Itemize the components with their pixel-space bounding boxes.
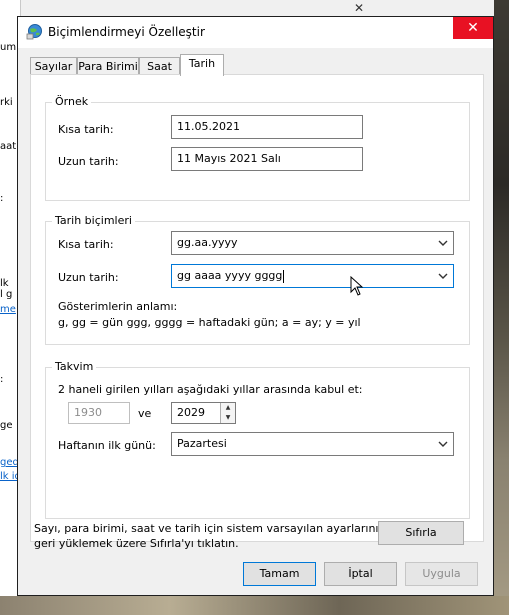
text-caret — [283, 269, 285, 283]
two-digit-year-label: 2 haneli girilen yılları aşağıdaki yılla… — [58, 383, 363, 396]
example-long-date-label: Uzun tarih: — [58, 155, 119, 168]
reset-description-line-1: Sayı, para birimi, saat ve tarih için si… — [34, 522, 379, 535]
desktop-wallpaper-bottom — [0, 596, 509, 615]
background-text-fragment: aat — [0, 141, 17, 152]
close-icon: ✕ — [467, 20, 479, 36]
globe-icon — [26, 24, 42, 40]
chevron-down-icon — [438, 240, 448, 246]
date-formats-group-title: Tarih biçimleri — [52, 214, 135, 227]
two-digit-year-from-field: 1930 — [68, 402, 130, 424]
background-close-icon: ✕ — [353, 1, 365, 15]
notation-meaning-text: g, gg = gün ggg, gggg = haftadaki gün; a… — [58, 316, 361, 329]
example-long-date-value: 11 Mayıs 2021 Salı — [171, 147, 363, 171]
two-digit-year-to-value: 2029 — [177, 406, 205, 419]
example-short-date-label: Kısa tarih: — [58, 123, 114, 136]
apply-button: Uygula — [405, 562, 478, 586]
ok-button[interactable]: Tamam — [243, 562, 316, 586]
mouse-pointer-icon — [350, 276, 364, 296]
first-day-of-week-combo[interactable]: Pazartesi — [171, 432, 454, 456]
calendar-group-title: Takvim — [52, 360, 97, 373]
background-text-fragment: ge — [0, 420, 13, 431]
example-short-date-value: 11.05.2021 — [171, 115, 363, 139]
background-text-fragment: : — [0, 374, 4, 385]
tab-panel-tarih: Örnek Kısa tarih: 11.05.2021 Uzun tarih:… — [30, 74, 484, 542]
first-day-of-week-label: Haftanın ilk günü: — [58, 439, 156, 452]
cancel-button[interactable]: İptal — [324, 562, 397, 586]
long-date-format-label: Uzun tarih: — [58, 271, 119, 284]
window-title: Biçimlendirmeyi Özelleştir — [48, 25, 205, 39]
example-group-title: Örnek — [52, 95, 92, 108]
long-date-format-value: gg aaaa yyyy gggg — [177, 269, 283, 282]
year-range-and-label: ve — [138, 407, 152, 420]
spin-down-arrow-icon[interactable]: ▼ — [220, 413, 235, 423]
background-text-fragment: : — [0, 193, 4, 204]
tab-tarih[interactable]: Tarih — [180, 54, 224, 76]
chevron-down-icon — [438, 441, 448, 447]
close-button[interactable]: ✕ — [453, 17, 493, 39]
background-text-fragment: l g — [0, 289, 13, 300]
short-date-format-label: Kısa tarih: — [58, 238, 114, 251]
customize-format-dialog: Biçimlendirmeyi Özelleştir ✕ Sayılar Par… — [17, 16, 494, 596]
calendar-group: Takvim 2 haneli girilen yılları aşağıdak… — [45, 360, 470, 519]
short-date-format-combo[interactable]: gg.aa.yyyy — [171, 231, 454, 255]
long-date-format-combo[interactable]: gg aaaa yyyy gggg — [171, 264, 454, 288]
background-text-fragment: rki — [0, 97, 13, 108]
background-window-titlebar: ✕ — [0, 0, 509, 16]
two-digit-year-to-stepper[interactable]: 2029 ▲ ▼ — [171, 402, 236, 424]
example-group: Örnek Kısa tarih: 11.05.2021 Uzun tarih:… — [45, 95, 470, 201]
reset-description-line-2: geri yüklemek üzere Sıfırla'yı tıklatın. — [34, 537, 239, 550]
tab-saat[interactable]: Saat — [139, 57, 180, 75]
reset-button[interactable]: Sıfırla — [378, 521, 464, 545]
date-formats-group: Tarih biçimleri Kısa tarih: gg.aa.yyyy U… — [45, 214, 470, 345]
chevron-down-icon — [438, 273, 448, 279]
background-text-fragment: um — [0, 42, 17, 53]
titlebar: Biçimlendirmeyi Özelleştir ✕ — [18, 17, 493, 48]
notation-meaning-title: Gösterimlerin anlamı: — [58, 300, 178, 313]
tab-para-birimi[interactable]: Para Birimi — [77, 57, 139, 75]
background-text-fragment: lk — [0, 278, 9, 289]
first-day-of-week-value: Pazartesi — [177, 437, 227, 450]
tab-sayilar[interactable]: Sayılar — [30, 57, 77, 75]
desktop-wallpaper — [494, 0, 509, 615]
background-link-fragment[interactable]: me — [0, 304, 16, 315]
short-date-format-value: gg.aa.yyyy — [177, 236, 238, 249]
